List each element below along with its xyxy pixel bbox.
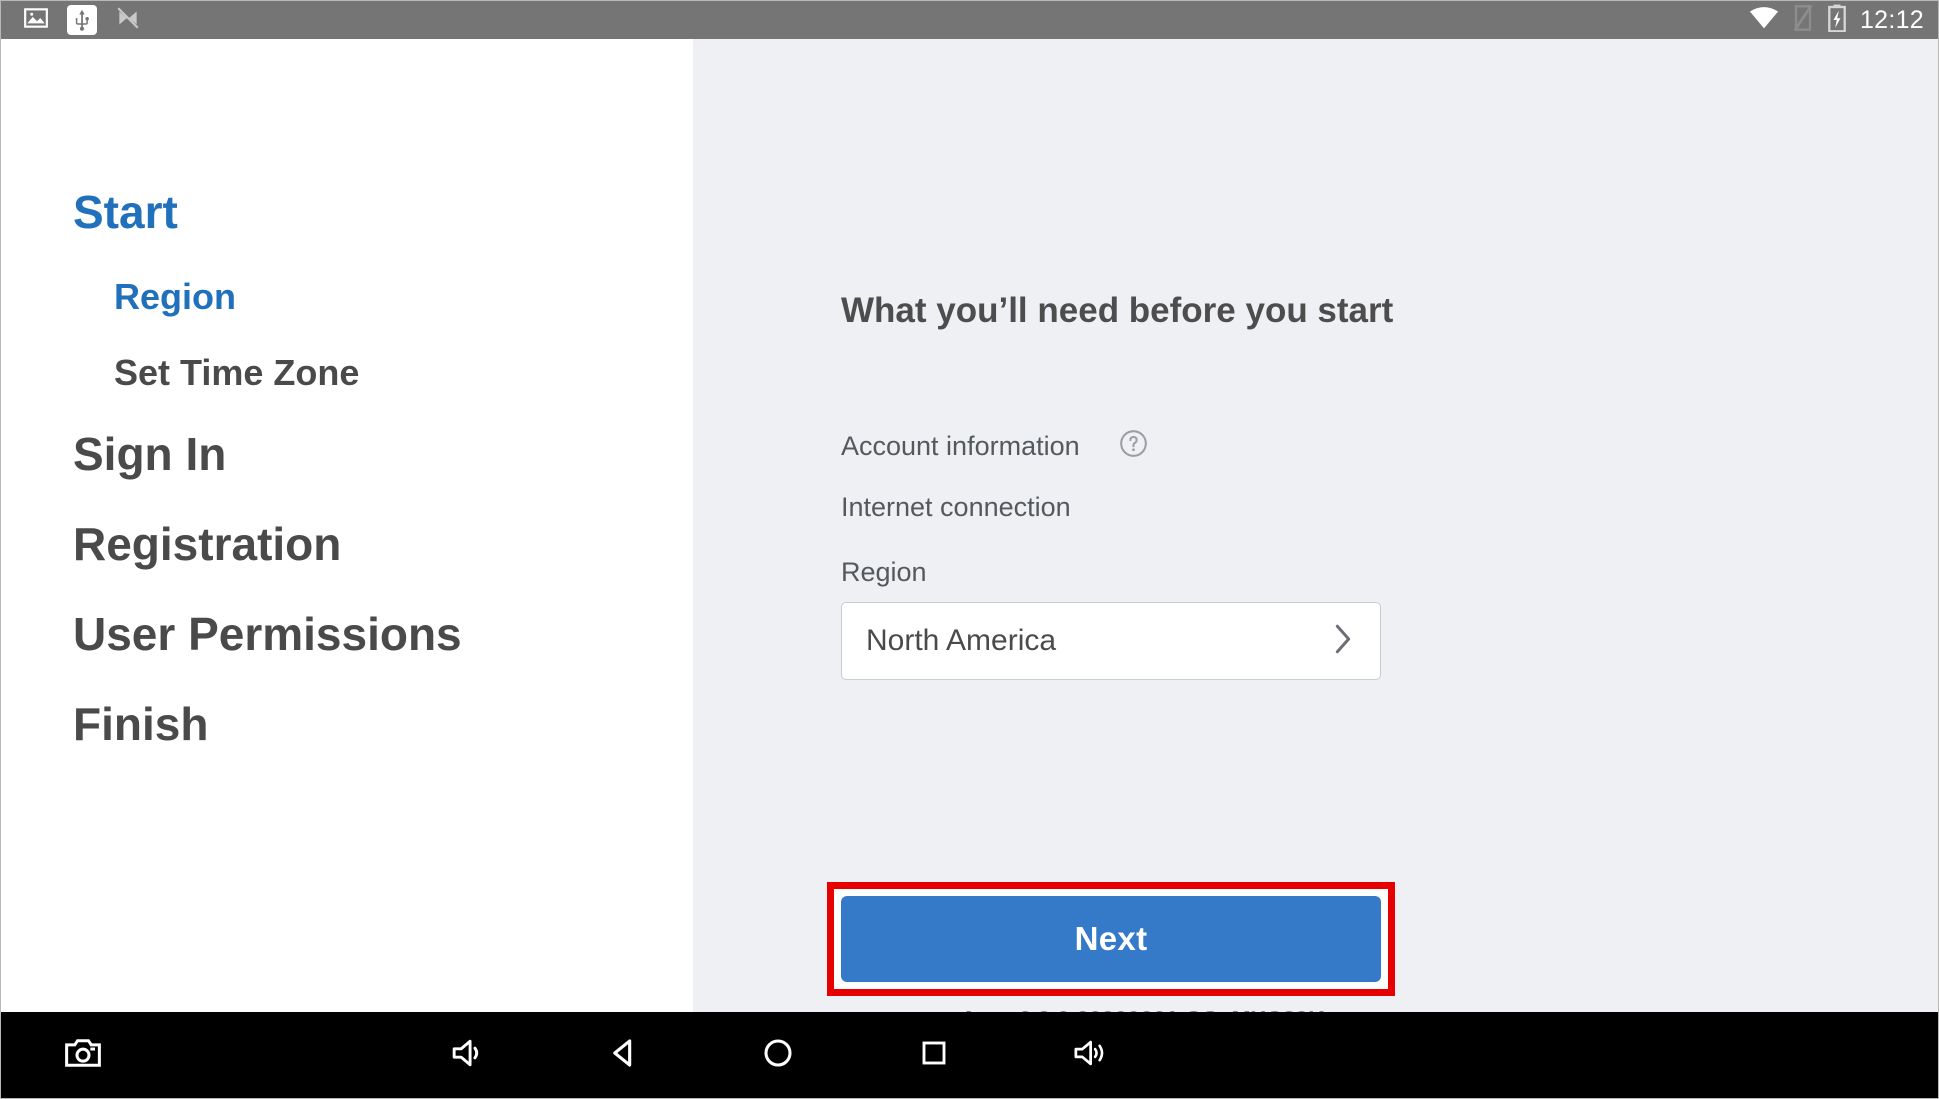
status-bar-left-icons (23, 5, 141, 36)
status-bar: 12:12 (1, 1, 1938, 39)
sidebar-item-finish[interactable]: Finish (73, 701, 693, 747)
status-bar-right-icons: 12:12 (1749, 4, 1924, 37)
sidebar-item-set-time-zone[interactable]: Set Time Zone (114, 355, 693, 391)
recents-icon (919, 1038, 949, 1073)
sidebar-item-user-permissions[interactable]: User Permissions (73, 611, 693, 657)
setup-wizard-sidebar: Start Region Set Time Zone Sign In Regis… (1, 39, 693, 1014)
requirement-row-account-information: Account information (841, 421, 1381, 471)
sidebar-item-start[interactable]: Start (73, 189, 693, 235)
screenshot-button[interactable] (53, 1012, 113, 1098)
requirement-label: Account information (841, 430, 1080, 461)
sidebar-item-registration[interactable]: Registration (73, 521, 693, 567)
cast-off-icon (115, 5, 141, 36)
recents-button[interactable] (901, 1012, 967, 1098)
volume-up-button[interactable] (1057, 1012, 1123, 1098)
next-button-highlight: Next (827, 882, 1395, 996)
region-field-label: Region (841, 557, 927, 587)
sidebar-item-region[interactable]: Region (114, 279, 693, 315)
volume-up-icon (1072, 1036, 1108, 1075)
home-icon (762, 1037, 794, 1074)
region-field-group: Region North America (841, 557, 1381, 680)
sidebar-item-sign-in[interactable]: Sign In (73, 431, 693, 477)
back-icon (607, 1036, 641, 1075)
region-selected-value: North America (866, 624, 1057, 657)
image-icon (23, 5, 49, 36)
status-bar-clock: 12:12 (1859, 5, 1924, 34)
requirement-label: Internet connection (841, 491, 1071, 522)
requirements-list: Account information Internet connection (841, 421, 1381, 543)
page-content: Start Region Set Time Zone Sign In Regis… (1, 39, 1938, 1032)
screenshot-icon (65, 1038, 101, 1073)
battery-charging-icon (1827, 4, 1847, 37)
chevron-right-icon (1332, 622, 1354, 661)
region-select[interactable]: North America (841, 602, 1381, 680)
help-icon[interactable] (1119, 429, 1148, 463)
home-button[interactable] (745, 1012, 811, 1098)
android-navigation-bar (1, 1012, 1938, 1098)
device-screen: 12:12 Start Region Set Time Zone Sign In… (0, 0, 1939, 1099)
next-button[interactable]: Next (841, 896, 1381, 982)
requirement-row-internet-connection: Internet connection (841, 482, 1381, 532)
volume-down-icon (450, 1036, 486, 1075)
wifi-icon (1749, 5, 1779, 36)
main-panel: What you’ll need before you start Accoun… (693, 39, 1938, 1032)
page-title: What you’ll need before you start (841, 291, 1394, 330)
main-panel-inner: What you’ll need before you start Accoun… (827, 39, 1395, 1032)
volume-down-button[interactable] (435, 1012, 501, 1098)
usb-icon (67, 5, 97, 35)
signal-off-icon (1792, 4, 1814, 37)
back-button[interactable] (591, 1012, 657, 1098)
